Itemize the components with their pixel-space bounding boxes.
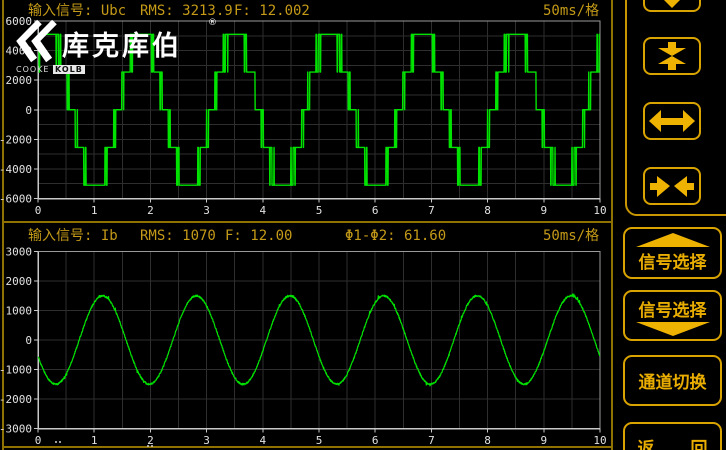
expand-vertical-icon	[647, 0, 697, 8]
expand-horizontal-icon	[647, 106, 697, 136]
compress-vertical-icon	[647, 41, 697, 71]
x-tick-label: 10	[593, 434, 606, 447]
y-tick-label: -2000	[0, 393, 32, 406]
signal-select-up-label: 信号选择	[639, 248, 707, 273]
x-tick-label: 0	[35, 204, 42, 217]
oscilloscope-screen: 输入信号: Ubc RMS: 3213.9 F: 12.002 50ms/格 输…	[0, 0, 726, 450]
compress-vertical-button[interactable]	[643, 37, 701, 75]
x-tick-label: 6	[372, 204, 379, 217]
x-tick-label: 6	[372, 434, 379, 447]
voltage-waveform-chart: 0 1 2 3 4 5 6 7 8 9 10 6000 4000 2000 0 -2000 -4000 -6000	[0, 0, 612, 222]
back-button[interactable]: 返 回	[623, 422, 722, 450]
x-tick-label: 8	[484, 204, 491, 217]
y-tick-label: 0	[25, 334, 32, 347]
watermark-dots	[147, 445, 151, 447]
watermark-dots	[55, 441, 59, 443]
signal-select-down-button[interactable]: 信号选择	[623, 290, 722, 341]
y-tick-label: -2000	[0, 133, 32, 146]
y-tick-label: 0	[25, 104, 32, 117]
current-waveform-chart: 0123456789103000200010000-1000-2000-3000	[0, 222, 612, 450]
triangle-up-icon	[636, 233, 710, 247]
y-tick-label: 2000	[6, 275, 33, 288]
x-tick-label: 9	[540, 434, 547, 447]
y-tick-label: 3000	[6, 246, 33, 259]
signal-select-up-button[interactable]: 信号选择	[623, 227, 722, 279]
x-tick-label: 5	[316, 434, 323, 447]
x-tick-label: 4	[259, 434, 266, 447]
y-tick-label: -6000	[0, 193, 32, 206]
triangle-down-icon	[636, 322, 710, 336]
y-tick-label: 6000	[6, 15, 33, 28]
x-tick-label: 3	[203, 434, 210, 447]
channel-switch-label: 通道切换	[639, 368, 707, 393]
x-tick-label: 4	[259, 204, 266, 217]
y-tick-label: 4000	[6, 45, 33, 58]
x-tick-label: 10	[593, 204, 606, 217]
expand-vertical-button[interactable]	[643, 0, 701, 12]
compress-horizontal-button[interactable]	[643, 167, 701, 205]
channel-switch-button[interactable]: 通道切换	[623, 355, 722, 406]
y-tick-label: 1000	[6, 305, 33, 318]
x-tick-label: 7	[428, 204, 435, 217]
x-tick-label: 7	[428, 434, 435, 447]
y-tick-label: 2000	[6, 74, 33, 87]
y-tick-label: -4000	[0, 163, 32, 176]
x-tick-label: 0	[35, 434, 42, 447]
expand-horizontal-button[interactable]	[643, 102, 701, 140]
y-tick-label: -3000	[0, 423, 32, 436]
x-tick-label: 1	[91, 204, 98, 217]
x-tick-label: 1	[91, 434, 98, 447]
y-tick-label: -1000	[0, 364, 32, 377]
compress-horizontal-icon	[647, 171, 697, 201]
x-tick-label: 8	[484, 434, 491, 447]
signal-select-down-label: 信号选择	[639, 296, 707, 321]
x-tick-label: 2	[147, 204, 154, 217]
back-label-right: 回	[691, 434, 708, 450]
back-label-left: 返	[638, 434, 655, 450]
x-tick-label: 3	[203, 204, 210, 217]
x-tick-label: 9	[540, 204, 547, 217]
x-tick-label: 5	[316, 204, 323, 217]
